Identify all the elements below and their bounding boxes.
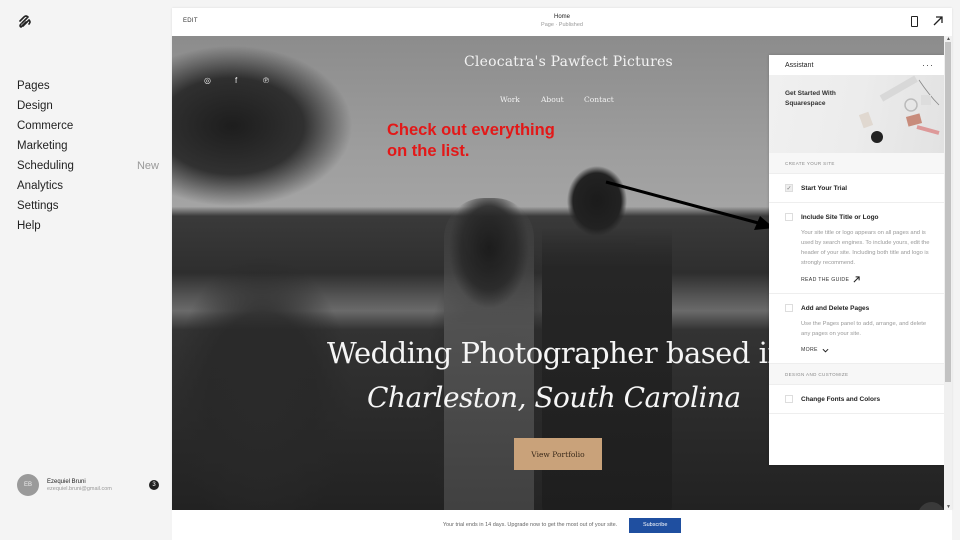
editor-frame: EDIT Home Page · Published Cleocatra's P… bbox=[172, 8, 952, 510]
checkbox[interactable] bbox=[785, 213, 793, 221]
sidebar-item-label: Design bbox=[17, 100, 53, 112]
notification-badge[interactable]: 3 bbox=[149, 480, 159, 490]
expand-icon[interactable] bbox=[932, 15, 944, 27]
link-label: MORE bbox=[801, 347, 818, 353]
site-nav-contact[interactable]: Contact bbox=[584, 95, 614, 104]
pinterest-icon[interactable]: ℗ bbox=[263, 76, 269, 85]
sidebar-nav: Pages Design Commerce Marketing Scheduli… bbox=[17, 78, 159, 238]
more-options-icon[interactable]: ··· bbox=[922, 60, 934, 70]
sidebar-item-pages[interactable]: Pages bbox=[17, 78, 159, 98]
more-link[interactable]: MORE bbox=[801, 347, 934, 353]
new-badge: New bbox=[136, 160, 159, 172]
sidebar-item-analytics[interactable]: Analytics bbox=[17, 178, 159, 198]
trial-message: Your trial ends in 14 days. Upgrade now … bbox=[442, 522, 618, 528]
sidebar-item-label: Pages bbox=[17, 80, 50, 92]
view-portfolio-button[interactable]: View Portfolio bbox=[514, 438, 602, 470]
annotation-arrow-icon bbox=[605, 180, 774, 230]
checkbox[interactable] bbox=[785, 395, 793, 403]
hero-headline: Wedding Photographer based in bbox=[327, 336, 786, 370]
facebook-icon[interactable]: f bbox=[235, 76, 237, 85]
avatar[interactable]: EB bbox=[17, 474, 39, 496]
checklist-row[interactable]: Add and Delete Pages bbox=[785, 304, 934, 312]
site-nav-about[interactable]: About bbox=[541, 95, 564, 104]
checklist-row[interactable]: ✓ Start Your Trial bbox=[785, 184, 934, 192]
checklist-item-description: Your site title or logo appears on all p… bbox=[801, 230, 930, 266]
link-label: READ THE GUIDE bbox=[801, 276, 850, 283]
user-email: ezequiel.bruni@gmail.com bbox=[47, 485, 112, 492]
annotation-line-2: on the list. bbox=[387, 142, 470, 160]
instagram-icon[interactable]: ◎ bbox=[204, 76, 211, 85]
checklist-item-fonts-colors: Change Fonts and Colors bbox=[769, 385, 944, 414]
user-name: Ezequiel Bruni bbox=[47, 478, 86, 485]
checklist-item-description: Use the Pages panel to add, arrange, and… bbox=[801, 321, 927, 337]
checklist-item-title: Change Fonts and Colors bbox=[801, 395, 881, 403]
sidebar: Pages Design Commerce Marketing Scheduli… bbox=[0, 0, 172, 540]
sidebar-item-label: Help bbox=[17, 220, 41, 232]
sidebar-item-settings[interactable]: Settings bbox=[17, 198, 159, 218]
sidebar-item-scheduling[interactable]: Scheduling New bbox=[17, 158, 159, 178]
sidebar-item-commerce[interactable]: Commerce bbox=[17, 118, 159, 138]
assistant-header: Assistant ··· bbox=[769, 55, 944, 75]
read-the-guide-link[interactable]: READ THE GUIDE bbox=[801, 276, 934, 283]
site-preview-hero[interactable]: Cleocatra's Pawfect Pictures ◎ f ℗ Work … bbox=[172, 36, 944, 510]
chevron-down-icon bbox=[822, 348, 829, 353]
sidebar-item-label: Analytics bbox=[17, 180, 64, 192]
section-create-your-site: CREATE YOUR SITE bbox=[769, 153, 944, 174]
scrollbar-thumb[interactable] bbox=[945, 42, 951, 382]
sidebar-item-design[interactable]: Design bbox=[17, 98, 159, 118]
subscribe-button[interactable]: Subscribe bbox=[629, 517, 682, 533]
sidebar-item-label: Scheduling bbox=[17, 160, 74, 172]
page-title: Home bbox=[553, 14, 570, 20]
checklist-item-start-trial: ✓ Start Your Trial bbox=[769, 174, 944, 203]
checklist-item-title: Include Site Title or Logo bbox=[801, 213, 879, 221]
section-design-and-customize: DESIGN AND CUSTOMIZE bbox=[769, 364, 944, 385]
checkbox[interactable] bbox=[785, 304, 793, 312]
annotation-line-1: Check out everything bbox=[387, 121, 555, 139]
preview-scrollbar[interactable]: ▲ ▼ bbox=[944, 36, 952, 510]
checklist-item-title: Start Your Trial bbox=[801, 184, 847, 192]
sidebar-item-label: Commerce bbox=[17, 120, 74, 132]
sidebar-item-marketing[interactable]: Marketing bbox=[17, 138, 159, 158]
assistant-banner: Get Started With Squarespace bbox=[769, 75, 944, 153]
site-nav-work[interactable]: Work bbox=[500, 95, 520, 104]
close-assistant-button[interactable]: ✕ bbox=[918, 502, 944, 510]
user-profile[interactable]: EB Ezequiel Bruni ezequiel.bruni@gmail.c… bbox=[17, 474, 159, 496]
assistant-title: Assistant bbox=[785, 61, 814, 69]
annotation-text: Check out everything on the list. bbox=[387, 120, 555, 162]
trial-banner: Your trial ends in 14 days. Upgrade now … bbox=[172, 510, 952, 540]
checklist-row[interactable]: Include Site Title or Logo bbox=[785, 213, 934, 221]
assistant-panel: Assistant ··· Get Started With Squarespa… bbox=[769, 55, 944, 465]
sidebar-item-label: Settings bbox=[17, 200, 59, 212]
hero-subheadline: Charleston, South Carolina bbox=[367, 381, 741, 414]
checklist-item-site-title: Include Site Title or Logo Your site tit… bbox=[769, 203, 944, 294]
editor-topbar: EDIT Home Page · Published bbox=[172, 8, 952, 36]
external-arrow-icon bbox=[853, 276, 860, 283]
checklist-item-title: Add and Delete Pages bbox=[801, 304, 870, 312]
mobile-preview-icon[interactable] bbox=[911, 16, 918, 27]
checklist-row[interactable]: Change Fonts and Colors bbox=[785, 395, 934, 403]
user-info: Ezequiel Bruni ezequiel.bruni@gmail.com bbox=[47, 479, 149, 492]
sidebar-item-help[interactable]: Help bbox=[17, 218, 159, 238]
site-title[interactable]: Cleocatra's Pawfect Pictures bbox=[464, 54, 673, 70]
desk-illustration-icon bbox=[858, 75, 940, 143]
page-status: Page · Published bbox=[541, 22, 583, 28]
squarespace-logo-icon[interactable] bbox=[17, 14, 33, 30]
checkbox-checked[interactable]: ✓ bbox=[785, 184, 793, 192]
checklist-item-pages: Add and Delete Pages Use the Pages panel… bbox=[769, 294, 944, 364]
sidebar-item-label: Marketing bbox=[17, 140, 68, 152]
